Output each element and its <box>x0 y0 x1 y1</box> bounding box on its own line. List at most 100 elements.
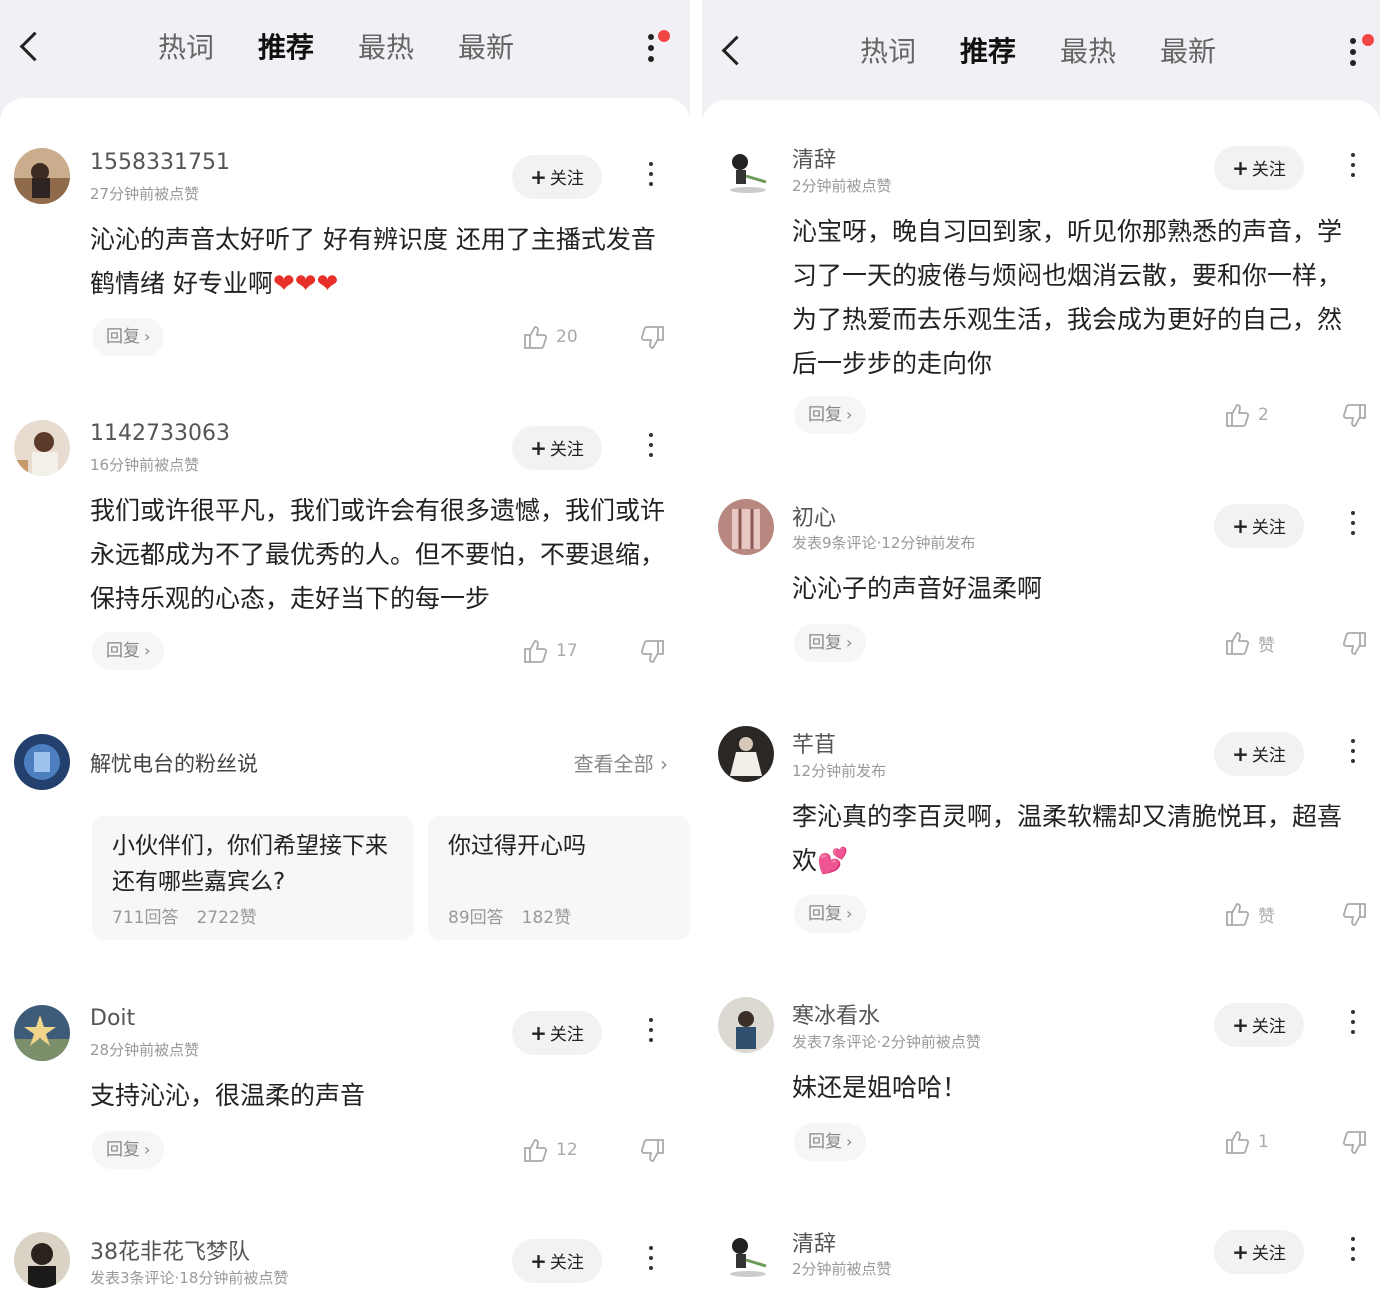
dislike-button[interactable] <box>1342 403 1368 433</box>
comment-meta: 发表3条评论·18分钟前被点赞 <box>90 1269 289 1287</box>
username[interactable]: 初心 <box>792 500 836 532</box>
avatar[interactable] <box>14 420 70 476</box>
like-button[interactable]: 1 <box>1224 1129 1269 1155</box>
follow-button[interactable]: 关注 <box>1214 1230 1304 1274</box>
tab-recommended[interactable]: 推荐 <box>258 28 314 68</box>
comment-meta: 发表9条评论·12分钟前发布 <box>792 534 976 552</box>
username[interactable]: 清辞 <box>792 142 836 174</box>
comment-more-icon[interactable] <box>1348 739 1358 767</box>
reply-label: 回复 <box>106 1140 140 1160</box>
avatar[interactable] <box>14 1232 70 1288</box>
reply-button[interactable]: 回复 › <box>92 1131 165 1169</box>
reply-button[interactable]: 回复 › <box>794 396 867 434</box>
dislike-button[interactable] <box>640 325 666 355</box>
follow-button[interactable]: 关注 <box>512 426 602 470</box>
username[interactable]: 1142733063 <box>90 421 230 446</box>
follow-button[interactable]: 关注 <box>512 1239 602 1283</box>
tab-hot-words[interactable]: 热词 <box>860 32 916 72</box>
back-arrow-icon[interactable] <box>16 30 46 64</box>
back-arrow-icon[interactable] <box>718 34 748 68</box>
thumbs-up-icon <box>524 326 548 349</box>
avatar[interactable] <box>718 499 774 555</box>
reply-button[interactable]: 回复 › <box>92 318 165 356</box>
avatar[interactable] <box>718 142 774 198</box>
notification-dot <box>658 30 670 42</box>
dislike-button[interactable] <box>640 639 666 669</box>
reply-button[interactable]: 回复 › <box>794 624 867 662</box>
follow-button[interactable]: 关注 <box>1214 146 1304 190</box>
sort-tabs: 热词 推荐 最热 最新 <box>860 32 1216 72</box>
dislike-button[interactable] <box>1342 631 1368 661</box>
comment-more-icon[interactable] <box>1348 1237 1358 1265</box>
comment-more-icon[interactable] <box>646 1246 656 1274</box>
comment-text: 沁宝呀，晚自习回到家，听见你那熟悉的声音，学习了一天的疲倦与烦闷也烟消云散，要和… <box>792 217 1343 378</box>
avatar[interactable] <box>718 1226 774 1282</box>
dislike-button[interactable] <box>640 1138 666 1168</box>
question-stats: 711回答 2722赞 <box>112 903 275 928</box>
follow-button[interactable]: 关注 <box>1214 1003 1304 1047</box>
follow-button[interactable]: 关注 <box>1214 732 1304 776</box>
reply-label: 回复 <box>808 904 842 924</box>
question-text: 小伙伴们，你们希望接下来还有哪些嘉宾么? <box>112 833 388 895</box>
username[interactable]: 38花非花飞梦队 <box>90 1234 250 1266</box>
thumbs-up-icon <box>1226 1131 1250 1154</box>
tab-hottest[interactable]: 最热 <box>358 28 414 68</box>
avatar[interactable] <box>14 148 70 204</box>
like-button[interactable]: 赞 <box>1224 630 1275 656</box>
like-button[interactable]: 17 <box>522 638 578 664</box>
comment-more-icon[interactable] <box>646 433 656 461</box>
reply-label: 回复 <box>808 1132 842 1152</box>
more-options-icon[interactable] <box>1348 34 1374 72</box>
comment-more-icon[interactable] <box>1348 1010 1358 1038</box>
tab-recommended[interactable]: 推荐 <box>960 32 1016 72</box>
tab-hottest[interactable]: 最热 <box>1060 32 1116 72</box>
comment-more-icon[interactable] <box>1348 511 1358 539</box>
username[interactable]: Doit <box>90 1006 135 1031</box>
radio-avatar[interactable] <box>14 734 70 790</box>
like-button[interactable]: 赞 <box>1224 901 1275 927</box>
comment-text: 妹还是姐哈哈！ <box>792 1073 968 1102</box>
fans-section-title: 解忧电台的粉丝说 <box>90 752 258 776</box>
thumbs-down-icon <box>1342 404 1366 427</box>
avatar[interactable] <box>14 1005 70 1061</box>
fan-question-card[interactable]: 小伙伴们，你们希望接下来还有哪些嘉宾么? 711回答 2722赞 <box>92 816 414 940</box>
comment-more-icon[interactable] <box>646 1018 656 1046</box>
comment-meta: 12分钟前发布 <box>792 762 887 780</box>
question-likes: 2722赞 <box>196 908 257 928</box>
view-all-link[interactable]: 查看全部 › <box>574 748 668 777</box>
like-button[interactable]: 12 <box>522 1137 578 1163</box>
reply-label: 回复 <box>106 641 140 661</box>
avatar[interactable] <box>718 726 774 782</box>
reply-button[interactable]: 回复 › <box>794 1123 867 1161</box>
more-options-icon[interactable] <box>646 30 670 68</box>
dislike-button[interactable] <box>1342 1130 1368 1160</box>
username[interactable]: 清辞 <box>792 1226 836 1258</box>
comment-meta: 27分钟前被点赞 <box>90 185 200 203</box>
tab-hot-words[interactable]: 热词 <box>158 28 214 68</box>
username[interactable]: 芊苜 <box>792 727 836 759</box>
avatar[interactable] <box>718 997 774 1053</box>
hearts-emoji-icon: 💕 <box>817 846 849 875</box>
comment-more-icon[interactable] <box>1348 153 1358 181</box>
thumbs-up-icon <box>1226 632 1250 655</box>
reply-button[interactable]: 回复 › <box>794 895 867 933</box>
follow-button[interactable]: 关注 <box>512 1011 602 1055</box>
fan-question-card[interactable]: 你过得开心吗 89回答 182赞 <box>428 816 690 940</box>
thumbs-down-icon <box>1342 903 1366 926</box>
dislike-button[interactable] <box>1342 902 1368 932</box>
like-button[interactable]: 20 <box>522 324 578 350</box>
right-comment-screen: 热词 推荐 最热 最新 清辞 2分钟前被点赞 关注 沁宝呀，晚自习回到家，听见你… <box>702 0 1380 1302</box>
reply-button[interactable]: 回复 › <box>92 632 165 670</box>
tab-newest[interactable]: 最新 <box>1160 32 1216 72</box>
follow-button[interactable]: 关注 <box>1214 504 1304 548</box>
comment-more-icon[interactable] <box>646 162 656 190</box>
username[interactable]: 寒冰看水 <box>792 998 880 1030</box>
username[interactable]: 1558331751 <box>90 150 230 175</box>
heart-emoji-icon: ❤❤❤ <box>272 269 339 299</box>
like-count: 赞 <box>1258 635 1275 656</box>
follow-button[interactable]: 关注 <box>512 155 602 199</box>
thumbs-down-icon <box>640 640 664 663</box>
tab-newest[interactable]: 最新 <box>458 28 514 68</box>
like-button[interactable]: 2 <box>1224 402 1269 428</box>
comment-body: 李沁真的李百灵啊，温柔软糯却又清脆悦耳，超喜欢 <box>792 802 1343 875</box>
